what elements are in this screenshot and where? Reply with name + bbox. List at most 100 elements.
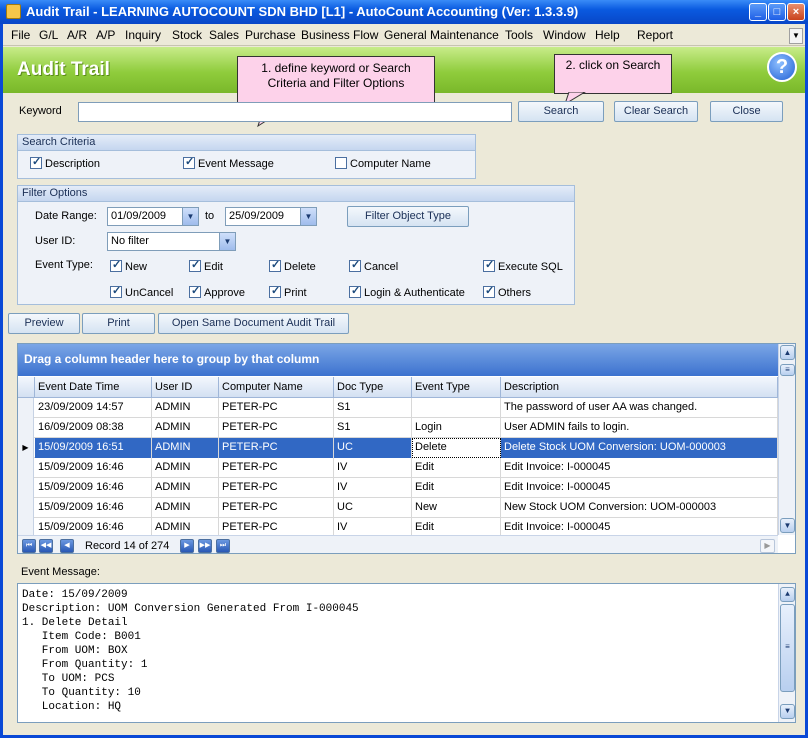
cell-doc-type[interactable]: S1 — [334, 398, 412, 418]
row-indicator[interactable] — [18, 498, 34, 518]
menu-inquiry[interactable]: Inquiry — [125, 28, 161, 42]
cell-doc-type[interactable]: IV — [334, 478, 412, 498]
cell-event-date-time[interactable]: 15/09/2009 16:46 — [35, 478, 152, 498]
preview-button[interactable]: Preview — [8, 313, 80, 334]
clear-search-button[interactable]: Clear Search — [614, 101, 698, 122]
cell-doc-type[interactable]: IV — [334, 458, 412, 478]
cell-event-type[interactable]: Edit — [412, 478, 501, 498]
cell-event-type[interactable]: Delete — [412, 438, 501, 458]
table-row[interactable]: 15/09/2009 16:46 ADMIN PETER-PC IV Edit Edit … — [18, 478, 778, 498]
column-doc-type[interactable]: Doc Type — [334, 377, 412, 398]
cell-computer-name[interactable]: PETER-PC — [219, 398, 334, 418]
menu-file[interactable]: File — [11, 28, 30, 42]
scroll-thumb[interactable]: ≡ — [780, 364, 795, 376]
event-new-checkbox[interactable]: New — [110, 258, 147, 273]
scroll-right-icon[interactable]: ▶ — [760, 539, 775, 553]
column-user-id[interactable]: User ID — [152, 377, 219, 398]
table-row[interactable]: 23/09/2009 14:57 ADMIN PETER-PC S1 The passw… — [18, 398, 778, 418]
next-record-icon[interactable]: ▶ — [180, 539, 194, 553]
menu-chevron-down-icon[interactable]: ▼ — [789, 28, 803, 44]
menu-window[interactable]: Window — [543, 28, 586, 42]
cell-user-id[interactable]: ADMIN — [152, 478, 219, 498]
print-button[interactable]: Print — [82, 313, 155, 334]
cell-doc-type[interactable]: UC — [334, 438, 412, 458]
date-from-picker[interactable]: 01/09/2009 ▼ — [107, 207, 199, 226]
menu-general-maintenance[interactable]: General Maintenance — [384, 28, 499, 42]
close-button[interactable]: Close — [710, 101, 783, 122]
column-description[interactable]: Description — [501, 377, 778, 398]
event-uncancel-checkbox[interactable]: UnCancel — [110, 284, 173, 299]
cell-event-type[interactable]: Login — [412, 418, 501, 438]
cell-computer-name[interactable]: PETER-PC — [219, 458, 334, 478]
cell-user-id[interactable]: ADMIN — [152, 418, 219, 438]
message-scrollbar[interactable]: ▲ ≡ ▼ — [778, 584, 795, 722]
scroll-thumb[interactable]: ≡ — [780, 604, 795, 692]
menu-gl[interactable]: G/L — [39, 28, 58, 42]
next-page-icon[interactable]: ▶▶ — [198, 539, 212, 553]
event-edit-checkbox[interactable]: Edit — [189, 258, 223, 273]
title-bar[interactable]: Audit Trail - LEARNING AUTOCOUNT SDN BHD… — [0, 0, 808, 24]
chevron-down-icon[interactable]: ▼ — [182, 208, 198, 225]
cell-computer-name[interactable]: PETER-PC — [219, 438, 334, 458]
chevron-down-icon[interactable]: ▼ — [219, 233, 235, 250]
table-row[interactable]: 15/09/2009 16:46 ADMIN PETER-PC IV Edit Edit … — [18, 458, 778, 478]
cell-event-date-time[interactable]: 23/09/2009 14:57 — [35, 398, 152, 418]
keyword-input[interactable] — [78, 102, 512, 122]
date-to-picker[interactable]: 25/09/2009 ▼ — [225, 207, 317, 226]
cell-event-date-time[interactable]: 15/09/2009 16:46 — [35, 498, 152, 518]
menu-purchase[interactable]: Purchase — [245, 28, 296, 42]
event-print-checkbox[interactable]: Print — [269, 284, 307, 299]
event-others-checkbox[interactable]: Others — [483, 284, 531, 299]
last-record-icon[interactable]: ⏭ — [216, 539, 230, 553]
computer-name-checkbox[interactable]: Computer Name — [335, 157, 431, 170]
row-indicator[interactable] — [18, 478, 34, 498]
first-record-icon[interactable]: ⏮ — [22, 539, 36, 553]
column-event-type[interactable]: Event Type — [412, 377, 501, 398]
menu-business-flow[interactable]: Business Flow — [301, 28, 378, 42]
minimize-button[interactable]: _ — [749, 3, 767, 21]
chevron-down-icon[interactable]: ▼ — [300, 208, 316, 225]
prev-page-icon[interactable]: ◀◀ — [39, 539, 53, 553]
menu-sales[interactable]: Sales — [209, 28, 239, 42]
cell-user-id[interactable]: ADMIN — [152, 458, 219, 478]
menu-help[interactable]: Help — [595, 28, 620, 42]
group-by-area[interactable]: Drag a column header here to group by th… — [18, 344, 795, 376]
help-icon[interactable]: ? — [767, 52, 797, 82]
cell-user-id[interactable]: ADMIN — [152, 498, 219, 518]
scroll-up-icon[interactable]: ▲ — [780, 587, 795, 602]
event-message-box[interactable]: Date: 15/09/2009 Description: UOM Convers… — [17, 583, 796, 723]
cell-event-date-time[interactable]: 15/09/2009 16:46 — [35, 458, 152, 478]
menu-report[interactable]: Report — [637, 28, 673, 42]
cell-description[interactable]: New Stock UOM Conversion: UOM-000003 — [501, 498, 778, 518]
open-same-document-button[interactable]: Open Same Document Audit Trail — [158, 313, 349, 334]
description-checkbox[interactable]: Description — [30, 155, 100, 170]
row-pointer-icon[interactable]: ▶ — [18, 438, 34, 458]
column-event-date-time[interactable]: Event Date Time — [35, 377, 152, 398]
cell-description[interactable]: User ADMIN fails to login. — [501, 418, 778, 438]
cell-description[interactable]: Edit Invoice: I-000045 — [501, 458, 778, 478]
cell-computer-name[interactable]: PETER-PC — [219, 498, 334, 518]
grid-scrollbar[interactable]: ▲ ≡ ▼ — [778, 344, 795, 535]
prev-record-icon[interactable]: ◀ — [60, 539, 74, 553]
event-login-checkbox[interactable]: Login & Authenticate — [349, 284, 465, 299]
table-row[interactable]: 16/09/2009 08:38 ADMIN PETER-PC S1 Login User… — [18, 418, 778, 438]
scroll-down-icon[interactable]: ▼ — [780, 704, 795, 719]
event-approve-checkbox[interactable]: Approve — [189, 284, 245, 299]
cell-doc-type[interactable]: S1 — [334, 418, 412, 438]
cell-computer-name[interactable]: PETER-PC — [219, 418, 334, 438]
menu-ap[interactable]: A/P — [96, 28, 115, 42]
cell-event-type[interactable] — [412, 398, 501, 418]
scroll-up-icon[interactable]: ▲ — [780, 345, 795, 360]
event-execute-sql-checkbox[interactable]: Execute SQL — [483, 258, 563, 273]
cell-event-type[interactable]: New — [412, 498, 501, 518]
row-indicator[interactable] — [18, 418, 34, 438]
table-row[interactable]: 15/09/2009 16:46 ADMIN PETER-PC UC New New St… — [18, 498, 778, 518]
cell-computer-name[interactable]: PETER-PC — [219, 478, 334, 498]
column-computer-name[interactable]: Computer Name — [219, 377, 334, 398]
menu-ar[interactable]: A/R — [67, 28, 87, 42]
cell-event-date-time[interactable]: 16/09/2009 08:38 — [35, 418, 152, 438]
event-message-checkbox[interactable]: Event Message — [183, 155, 274, 170]
cell-doc-type[interactable]: UC — [334, 498, 412, 518]
cell-event-date-time[interactable]: 15/09/2009 16:51 — [35, 438, 152, 458]
menu-tools[interactable]: Tools — [505, 28, 533, 42]
